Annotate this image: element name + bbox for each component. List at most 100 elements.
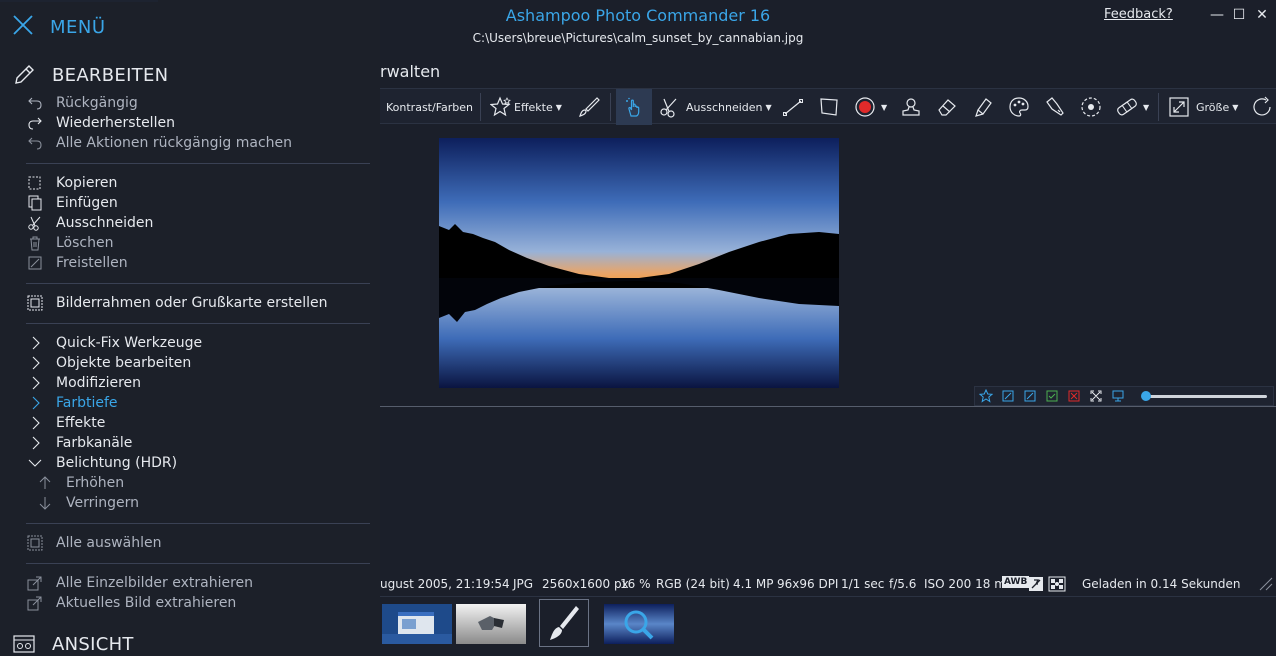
menu-section-edit-label: BEARBEITEN xyxy=(52,64,169,86)
menu-close-toggle[interactable]: MENÜ xyxy=(12,14,106,40)
chevron-down-icon: ▼ xyxy=(1143,102,1150,112)
thumbnail-item-selected[interactable] xyxy=(539,599,589,647)
check-view-icon[interactable] xyxy=(1041,387,1063,405)
menu-item-extract-all[interactable]: Alle Einzelbilder extrahieren xyxy=(26,573,253,593)
menu-item-modify[interactable]: Modifizieren xyxy=(26,373,141,393)
menu-item-color-channels-label: Farbkanäle xyxy=(56,435,133,451)
resize-button[interactable]: Größe ▼ xyxy=(1166,89,1238,125)
brush-tool-button[interactable] xyxy=(576,89,602,125)
flashlight-tool-button[interactable] xyxy=(1042,89,1068,125)
shape-tool-button[interactable] xyxy=(816,89,842,125)
status-shutter: 1/1 sec xyxy=(841,577,885,591)
color-picker-button[interactable]: ▼ xyxy=(852,89,887,125)
extract-icon xyxy=(26,574,44,592)
menu-item-crop[interactable]: Freistellen xyxy=(26,253,128,273)
size-label: Größe xyxy=(1196,100,1230,114)
thumbnail-item[interactable] xyxy=(456,604,526,644)
fit-view-icon[interactable] xyxy=(997,387,1019,405)
view-mini-toolbar xyxy=(974,386,1274,406)
reject-view-icon[interactable] xyxy=(1063,387,1085,405)
feedback-link[interactable]: Feedback? xyxy=(1104,7,1173,22)
menu-item-undo[interactable]: Rückgängig xyxy=(26,93,138,113)
menu-item-frame[interactable]: Bilderrahmen oder Grußkarte erstellen xyxy=(26,293,328,313)
monitor-icon[interactable] xyxy=(1107,387,1129,405)
marker-tool-button[interactable] xyxy=(970,89,996,125)
chevron-right-icon xyxy=(26,334,44,352)
menu-item-paste-label: Einfügen xyxy=(56,195,118,211)
hand-tool-button[interactable] xyxy=(616,89,652,125)
focus-tool-button[interactable] xyxy=(1078,89,1104,125)
stamp-tool-button[interactable] xyxy=(898,89,924,125)
status-dpi: 96x96 DPI xyxy=(777,577,839,591)
bandage-tool-button[interactable]: ▼ xyxy=(1114,89,1149,125)
menu-section-view[interactable]: ANSICHT xyxy=(12,632,134,656)
fullscreen-icon[interactable] xyxy=(1085,387,1107,405)
status-dimensions: 2560x1600 px xyxy=(542,577,629,591)
select-all-icon xyxy=(26,534,44,552)
status-megapixels: 4.1 MP xyxy=(733,577,774,591)
palette-tool-button[interactable] xyxy=(1006,89,1032,125)
preview-divider xyxy=(380,406,1276,407)
maximize-button[interactable]: ☐ xyxy=(1228,4,1250,26)
menu-item-color-depth-label: Farbtiefe xyxy=(56,395,118,411)
brush-icon xyxy=(576,94,602,120)
zoom-slider-thumb[interactable] xyxy=(1141,391,1151,401)
close-button[interactable]: ✕ xyxy=(1251,4,1273,26)
menu-item-crop-label: Freistellen xyxy=(56,255,128,271)
status-date: ugust 2005, 21:19:54 xyxy=(380,577,510,591)
chevron-right-icon xyxy=(26,394,44,412)
chevron-right-icon xyxy=(26,354,44,372)
compare-view-icon[interactable] xyxy=(1019,387,1041,405)
menu-item-select-all[interactable]: Alle auswählen xyxy=(26,533,161,553)
ribbon-tab-manage[interactable]: rwalten xyxy=(380,62,440,81)
thumbnail-item[interactable] xyxy=(604,604,674,644)
status-zoom: 16 % xyxy=(620,577,651,591)
status-divider xyxy=(380,596,1276,597)
menu-item-undo-all-label: Alle Aktionen rückgängig machen xyxy=(56,135,293,151)
menu-item-cut[interactable]: Ausschneiden xyxy=(26,213,153,233)
menu-item-effects[interactable]: Effekte xyxy=(26,413,105,433)
line-icon xyxy=(780,94,806,120)
crop-icon xyxy=(26,254,44,272)
menu-separator xyxy=(26,563,370,564)
menu-item-redo-label: Wiederherstellen xyxy=(56,115,175,131)
menu-item-redo[interactable]: Wiederherstellen xyxy=(26,113,175,133)
effects-button[interactable]: Effekte ▼ xyxy=(488,89,562,125)
menu-item-increase[interactable]: Erhöhen xyxy=(36,473,124,493)
main-photo[interactable] xyxy=(439,138,839,388)
status-load-time: Geladen in 0.14 Sekunden xyxy=(1082,577,1241,591)
menu-item-color-channels[interactable]: Farbkanäle xyxy=(26,433,132,453)
zoom-slider-track[interactable] xyxy=(1145,395,1267,398)
rotate-button[interactable] xyxy=(1250,89,1276,125)
menu-item-paste[interactable]: Einfügen xyxy=(26,193,118,213)
cut-button[interactable]: Ausschneiden ▼ xyxy=(656,89,772,125)
menu-item-delete-label: Löschen xyxy=(56,235,114,251)
thumbnail-item[interactable] xyxy=(382,604,452,644)
menu-item-delete[interactable]: Löschen xyxy=(26,233,113,253)
menu-section-edit[interactable]: BEARBEITEN xyxy=(12,63,168,87)
menu-separator xyxy=(26,283,370,284)
menu-item-decrease[interactable]: Verringern xyxy=(36,493,139,513)
status-bar: ugust 2005, 21:19:54 JPG 2560x1600 px 16… xyxy=(380,576,1276,594)
resize-grip-icon[interactable] xyxy=(1258,576,1274,595)
line-tool-button[interactable] xyxy=(780,89,806,125)
glasses-icon xyxy=(12,632,36,656)
menu-item-quickfix[interactable]: Quick-Fix Werkzeuge xyxy=(26,333,202,353)
menu-item-extract-current[interactable]: Aktuelles Bild extrahieren xyxy=(26,593,236,613)
menu-item-undo-all[interactable]: Alle Aktionen rückgängig machen xyxy=(26,133,292,153)
menu-item-exposure[interactable]: Belichtung (HDR) xyxy=(26,453,177,473)
flashlight-icon xyxy=(1042,94,1068,120)
awb-badge: AWB xyxy=(1002,576,1030,588)
eraser-tool-button[interactable] xyxy=(934,89,960,125)
menu-item-edit-objects-label: Objekte bearbeiten xyxy=(56,355,192,371)
minimize-button[interactable]: — xyxy=(1206,4,1228,26)
eraser-icon xyxy=(934,94,960,120)
contrast-colors-button[interactable]: Kontrast/Farben xyxy=(386,89,473,125)
menu-item-edit-objects[interactable]: Objekte bearbeiten xyxy=(26,353,191,373)
favorite-star-icon[interactable] xyxy=(975,387,997,405)
menu-item-color-depth[interactable]: Farbtiefe xyxy=(26,393,118,413)
focus-ring-icon xyxy=(1078,94,1104,120)
chevron-right-icon xyxy=(26,414,44,432)
menu-item-copy[interactable]: Kopieren xyxy=(26,173,117,193)
marker-icon xyxy=(970,94,996,120)
